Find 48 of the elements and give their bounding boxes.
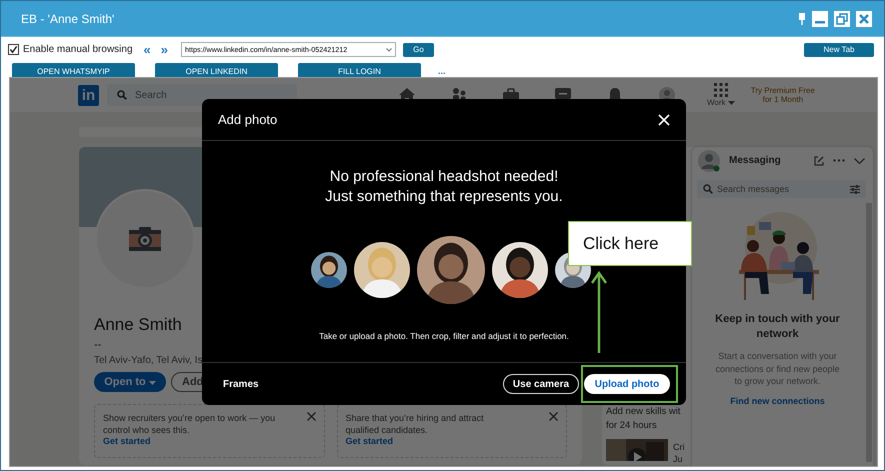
grid-icon[interactable] (714, 83, 728, 97)
dialog-caption: Take or upload a photo. Then crop, filter and adjust it to perfection. (319, 331, 569, 341)
chevron-down-icon[interactable] (854, 158, 865, 164)
minimize-icon[interactable] (812, 10, 828, 26)
forward-button[interactable]: » (158, 44, 171, 56)
learning-title: Add new skills wit for 24 hours (606, 405, 682, 433)
restore-icon[interactable] (834, 10, 850, 26)
camera-icon (129, 227, 161, 251)
caret-icon (728, 101, 735, 105)
search-icon (703, 184, 713, 194)
course-title: Cri Ju (673, 441, 684, 465)
dialog-headline: No professional headshot needed! Just something that represents you. (325, 167, 563, 207)
work-menu[interactable]: Work (707, 98, 735, 107)
window-title: EB - 'Anne Smith' (21, 12, 116, 26)
compose-icon[interactable] (814, 156, 824, 166)
dropdown-icon (386, 48, 392, 52)
search-field[interactable]: Search messages (697, 180, 866, 198)
messaging-title: Messaging (729, 155, 782, 166)
suggestion-text: Show recruiters you’re open to work — you control who sees this. (103, 412, 276, 436)
get-started-link[interactable]: Get started (103, 436, 151, 446)
filter-icon[interactable] (850, 184, 860, 194)
scrollbar[interactable] (866, 203, 872, 462)
find-connections-link[interactable]: Find new connections (730, 396, 825, 406)
dialog-title: Add photo (218, 112, 278, 127)
open-to-button[interactable]: Open to (94, 372, 166, 392)
pin-icon[interactable] (798, 12, 806, 24)
upload-photo-button[interactable]: Upload photo (584, 374, 670, 394)
new-tab-button[interactable]: New Tab (804, 42, 874, 56)
caret-icon (148, 381, 156, 385)
logo[interactable]: in (78, 84, 99, 106)
profile-location: Tel Aviv-Yafo, Tel Aviv, Is (94, 355, 204, 366)
checkbox-label: Enable manual browsing (23, 44, 133, 55)
search-icon (117, 90, 127, 100)
profile-name: Anne Smith (94, 315, 183, 335)
more-icon[interactable] (833, 159, 845, 162)
checkbox[interactable] (8, 44, 19, 55)
messaging-description: Start a conversation with your connections or find new people to grow your network. (714, 350, 841, 388)
more-button[interactable]: ... (438, 66, 446, 76)
callout-text: Click here (583, 234, 659, 254)
premium-link[interactable]: Try Premium Free for 1 Month (750, 86, 815, 104)
use-camera-button[interactable]: Use camera (503, 374, 579, 394)
profile-headline: -- (94, 339, 102, 351)
avatar-icon[interactable] (698, 150, 720, 172)
get-started-link[interactable]: Get started (346, 436, 394, 446)
suggestion-text: Share that you’re hiring and attract qualified candidates. (346, 412, 485, 436)
go-button[interactable]: Go (402, 42, 434, 56)
back-button[interactable]: « (140, 44, 154, 56)
messaging-heading: Keep in touch with your network (714, 312, 841, 342)
